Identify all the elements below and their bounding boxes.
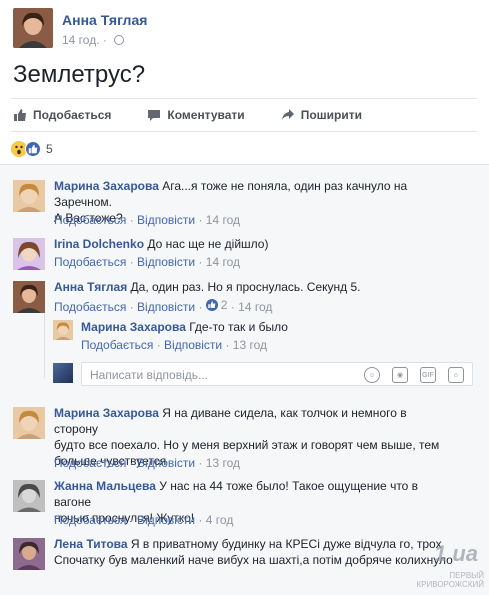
reaction-count: 5 bbox=[46, 142, 53, 156]
comment-text: Да, один раз. Но я проснулась. Секунд 5. bbox=[130, 280, 361, 294]
comment-time[interactable]: 14 год bbox=[206, 255, 240, 269]
comment-reply-link[interactable]: Відповісти bbox=[137, 255, 195, 269]
separator: · bbox=[153, 338, 165, 352]
sticker-icon[interactable]: ☺ bbox=[448, 367, 464, 383]
comment-body: Irina Dolchenko До нас ще не дійшло) bbox=[54, 236, 268, 252]
avatar[interactable] bbox=[13, 538, 45, 570]
separator: · bbox=[195, 456, 206, 470]
comment-time[interactable]: 14 год bbox=[238, 300, 272, 314]
comment-author[interactable]: Марина Захарова bbox=[54, 406, 159, 420]
comment-like-link[interactable]: Подобається bbox=[81, 338, 153, 352]
comment-like-link[interactable]: Подобається bbox=[54, 300, 126, 314]
comment-meta: Подобається · Відповісти · 14 год bbox=[54, 213, 240, 227]
comment-author[interactable]: Марина Захарова bbox=[81, 320, 186, 334]
comment-author[interactable]: Лена Титова bbox=[54, 537, 128, 551]
like-reaction-icon bbox=[25, 141, 41, 157]
separator: · bbox=[195, 213, 206, 227]
comment-meta: Подобається · Відповісти · 4 год bbox=[54, 513, 233, 527]
post-time-text[interactable]: 14 год. bbox=[62, 33, 100, 47]
reactions-summary[interactable]: 5 bbox=[11, 141, 53, 157]
separator: · bbox=[126, 255, 138, 269]
separator: · bbox=[222, 338, 233, 352]
comment-like-link[interactable]: Подобається bbox=[54, 513, 126, 527]
comment-like-link[interactable]: Подобається bbox=[54, 456, 126, 470]
time-separator: · bbox=[99, 33, 111, 47]
avatar[interactable] bbox=[13, 480, 45, 512]
comment-meta: Подобається · Відповісти · 2 · 14 год bbox=[54, 298, 272, 314]
globe-icon bbox=[114, 35, 125, 45]
avatar[interactable] bbox=[13, 407, 45, 439]
thumbs-up-icon bbox=[14, 109, 26, 121]
comment-text: До нас ще не дійшло) bbox=[147, 237, 269, 251]
post-actions: Подобається Коментувати Поширити bbox=[11, 98, 477, 132]
comment-meta: Подобається · Відповісти · 13 год bbox=[81, 338, 267, 352]
like-button[interactable]: Подобається bbox=[13, 108, 111, 122]
separator: · bbox=[126, 300, 138, 314]
comment-like-link[interactable]: Подобається bbox=[54, 213, 126, 227]
reply-input[interactable]: Написати відповідь... ☺ ◉ GIF ☺ bbox=[81, 362, 473, 386]
comment-meta: Подобається · Відповісти · 14 год bbox=[54, 255, 240, 269]
separator: · bbox=[195, 255, 206, 269]
comment-reply-link[interactable]: Відповісти bbox=[164, 338, 222, 352]
author-avatar[interactable] bbox=[13, 8, 53, 48]
comment-body: Марина Захарова Где-то так и было bbox=[81, 319, 288, 335]
comment-time[interactable]: 4 год bbox=[206, 513, 234, 527]
emoji-icon[interactable]: ☺ bbox=[364, 367, 380, 383]
thread-line bbox=[44, 314, 45, 378]
avatar[interactable] bbox=[53, 320, 73, 340]
comment-icon bbox=[148, 110, 161, 121]
post-header: Анна Тяглая 14 год. · bbox=[13, 6, 473, 50]
comment-author[interactable]: Жанна Мальцева bbox=[54, 479, 156, 493]
reply-placeholder: Написати відповідь... bbox=[90, 368, 208, 382]
comment-time[interactable]: 13 год bbox=[206, 456, 240, 470]
share-button[interactable]: Поширити bbox=[281, 108, 362, 122]
gif-icon[interactable]: GIF bbox=[420, 367, 436, 383]
share-icon bbox=[281, 109, 294, 120]
like-count-icon bbox=[205, 299, 218, 311]
comment-reply-link[interactable]: Відповісти bbox=[137, 213, 195, 227]
comment-text: Где-то так и было bbox=[189, 320, 288, 334]
comment-time[interactable]: 14 год bbox=[206, 213, 240, 227]
comment-author[interactable]: Анна Тяглая bbox=[54, 280, 127, 294]
separator: · bbox=[126, 456, 138, 470]
my-avatar bbox=[53, 363, 73, 383]
separator: · bbox=[195, 300, 206, 314]
watermark-brand: 1 ua bbox=[433, 541, 478, 566]
separator: · bbox=[227, 300, 239, 314]
camera-icon[interactable]: ◉ bbox=[392, 367, 408, 383]
avatar[interactable] bbox=[13, 238, 45, 270]
separator: · bbox=[126, 513, 138, 527]
avatar[interactable] bbox=[13, 281, 45, 313]
comment-body: Анна Тяглая Да, один раз. Но я проснулас… bbox=[54, 279, 360, 295]
comment-like-count[interactable]: 2 bbox=[205, 298, 227, 312]
avatar[interactable] bbox=[13, 180, 45, 212]
comment-author[interactable]: Irina Dolchenko bbox=[54, 237, 144, 251]
post-time[interactable]: 14 год. · bbox=[62, 33, 125, 47]
comment-meta: Подобається · Відповісти · 13 год bbox=[54, 456, 240, 470]
comment-reply-link[interactable]: Відповісти bbox=[137, 513, 195, 527]
comment-text-line2: будто все поехало. Но у меня верхний эта… bbox=[54, 438, 440, 452]
comment-button[interactable]: Коментувати bbox=[147, 108, 245, 122]
share-label: Поширити bbox=[300, 108, 362, 122]
watermark-logo: 1 ua ПЕРВЫЙ КРИВОРОЖСКИЙ bbox=[392, 535, 488, 591]
reply-composer: Написати відповідь... ☺ ◉ GIF ☺ bbox=[53, 362, 473, 388]
comment-like-link[interactable]: Подобається bbox=[54, 255, 126, 269]
separator: · bbox=[195, 513, 206, 527]
watermark-subtitle: ПЕРВЫЙ КРИВОРОЖСКИЙ bbox=[417, 571, 484, 589]
watermark-sub1: ПЕРВЫЙ bbox=[449, 571, 484, 580]
post-author[interactable]: Анна Тяглая bbox=[62, 12, 147, 28]
comment-reply-link[interactable]: Відповісти bbox=[137, 456, 195, 470]
separator: · bbox=[126, 213, 138, 227]
comment-label: Коментувати bbox=[167, 108, 245, 122]
composer-icons: ☺ ◉ GIF ☺ bbox=[352, 367, 464, 383]
like-label: Подобається bbox=[33, 108, 112, 122]
comment-reply-link[interactable]: Відповісти bbox=[137, 300, 195, 314]
post-text: Землетрус? bbox=[13, 61, 146, 88]
comment-author[interactable]: Марина Захарова bbox=[54, 179, 159, 193]
comment-time[interactable]: 13 год bbox=[233, 338, 267, 352]
watermark-sub2: КРИВОРОЖСКИЙ bbox=[416, 580, 484, 589]
